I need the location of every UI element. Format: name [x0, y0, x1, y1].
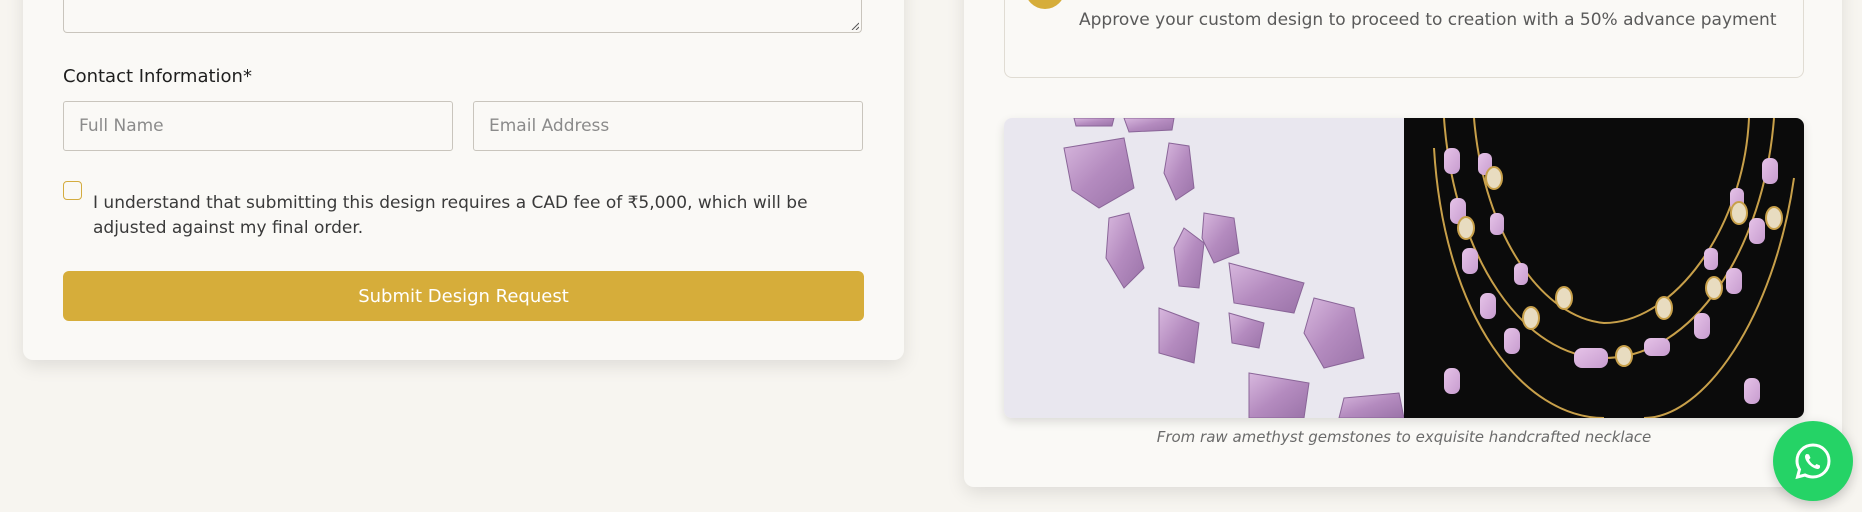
email-address-input[interactable] [473, 101, 863, 151]
whatsapp-chat-button[interactable] [1773, 421, 1853, 501]
step-description: Approve your custom design to proceed to… [1079, 10, 1777, 30]
gemstone-necklace-image [1004, 118, 1804, 418]
submit-design-request-button[interactable]: Submit Design Request [63, 271, 864, 321]
resize-grip-icon[interactable] [851, 22, 859, 30]
full-name-input[interactable] [63, 101, 453, 151]
design-request-form: Contact Information* I understand that s… [23, 0, 904, 360]
gemstone-necklace-illustration [1004, 118, 1804, 418]
cad-fee-consent-text: I understand that submitting this design… [93, 193, 808, 238]
contact-information-label: Contact Information* [63, 66, 252, 87]
process-step-card: Approve your custom design to proceed to… [1004, 0, 1804, 78]
step-number-badge [1025, 0, 1065, 9]
image-caption: From raw amethyst gemstones to exquisite… [1156, 428, 1652, 446]
whatsapp-icon [1795, 443, 1831, 480]
process-info-card: Approve your custom design to proceed to… [964, 0, 1842, 487]
cad-fee-consent-checkbox[interactable] [63, 181, 82, 200]
design-description-textarea[interactable] [63, 0, 862, 33]
